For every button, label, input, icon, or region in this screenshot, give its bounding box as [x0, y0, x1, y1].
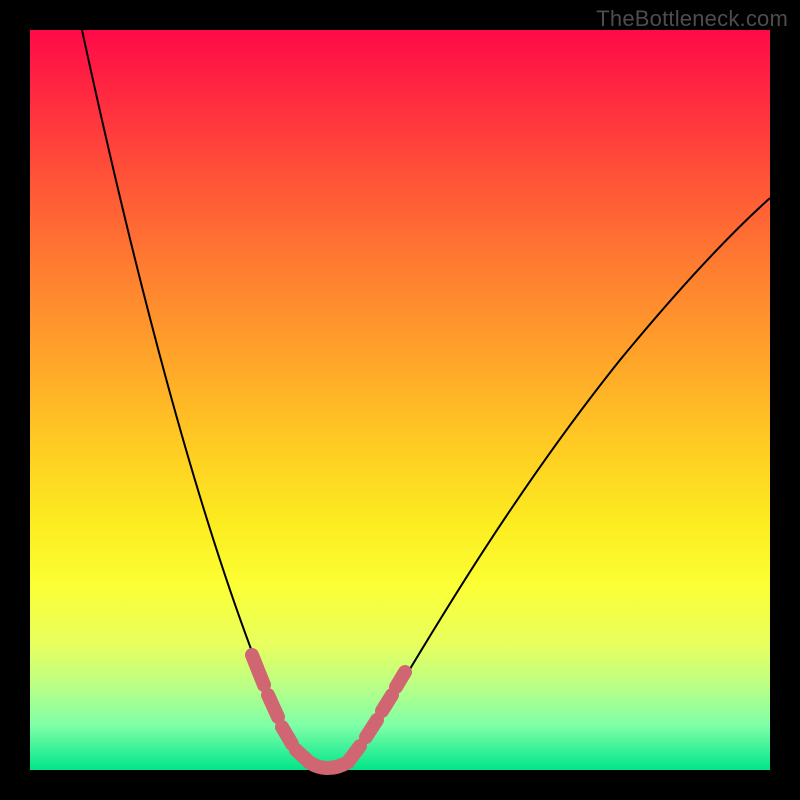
- pink-dots-right: [348, 672, 405, 762]
- watermark-text: TheBottleneck.com: [596, 6, 788, 32]
- pink-dots-left: [252, 655, 309, 762]
- main-curve: [82, 30, 770, 770]
- chart-svg: [30, 30, 770, 770]
